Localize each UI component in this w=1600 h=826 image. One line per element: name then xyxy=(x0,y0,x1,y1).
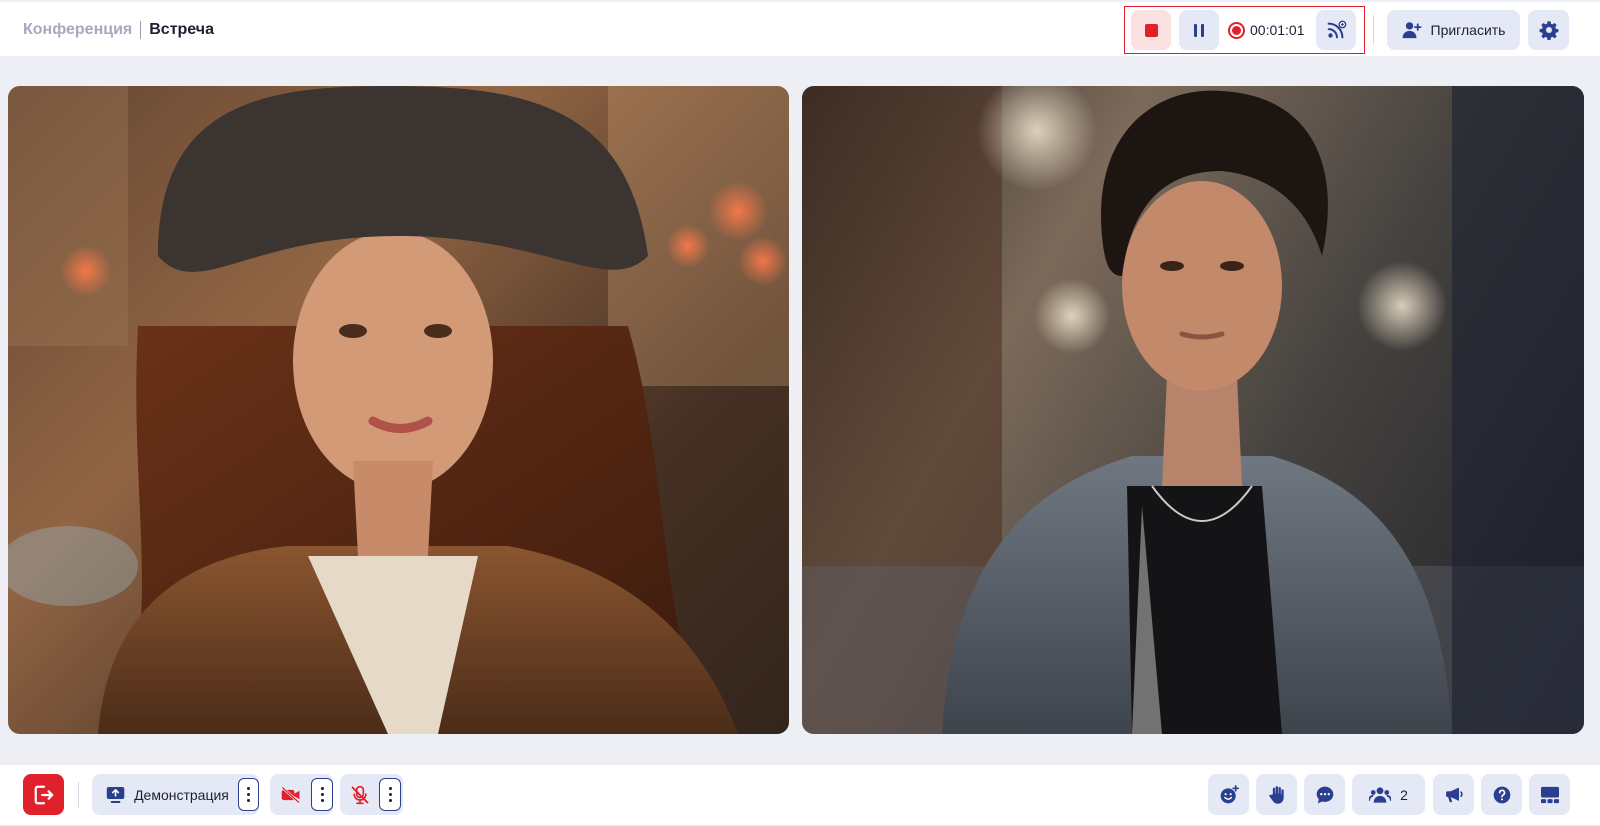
header-divider xyxy=(1373,15,1374,45)
dot-icon xyxy=(320,787,324,790)
recording-time: 00:01:01 xyxy=(1250,22,1305,38)
bottom-toolbar: Демонстрация 2 xyxy=(0,765,1600,825)
reaction-icon xyxy=(1220,784,1239,803)
chat-button[interactable] xyxy=(1304,774,1345,815)
dot-icon xyxy=(388,799,392,802)
mic-off-icon[interactable] xyxy=(350,785,370,805)
camera-off-icon[interactable] xyxy=(280,786,302,804)
help-icon xyxy=(1493,786,1510,803)
pause-icon xyxy=(1194,23,1204,37)
invite-label: Пригласить xyxy=(1430,22,1506,38)
breadcrumb-parent[interactable]: Конференция xyxy=(23,21,132,39)
dot-icon xyxy=(320,793,324,796)
dot-icon xyxy=(246,787,250,790)
gear-icon xyxy=(1539,21,1558,40)
layout-icon xyxy=(1540,786,1559,803)
broadcast-icon xyxy=(1327,20,1346,39)
stop-icon xyxy=(1144,23,1158,37)
announce-icon xyxy=(1445,787,1463,802)
participant-video xyxy=(802,86,1584,734)
dot-icon xyxy=(246,793,250,796)
leave-call-button[interactable] xyxy=(23,774,64,815)
dot-icon xyxy=(320,799,324,802)
reaction-button[interactable] xyxy=(1208,774,1249,815)
exit-icon xyxy=(34,785,53,804)
screen-share-options-button[interactable] xyxy=(237,778,259,811)
pause-recording-button[interactable] xyxy=(1179,10,1219,50)
screen-share-group: Демонстрация xyxy=(92,774,259,815)
chat-icon xyxy=(1316,786,1333,803)
screen-share-label[interactable]: Демонстрация xyxy=(134,787,229,803)
header-bar: Конференция Встреча 00:01:01 Пригласить xyxy=(0,2,1600,56)
raise-hand-icon xyxy=(1268,785,1284,804)
screen-share-icon[interactable] xyxy=(106,786,125,804)
breadcrumb-separator xyxy=(140,21,142,39)
stop-recording-button[interactable] xyxy=(1131,10,1171,50)
stream-button[interactable] xyxy=(1315,10,1356,50)
recording-timer: 00:01:01 xyxy=(1228,21,1305,39)
camera-options-button[interactable] xyxy=(311,778,333,811)
toolbar-divider xyxy=(78,782,79,808)
dot-icon xyxy=(246,799,250,802)
dot-icon xyxy=(388,793,392,796)
microphone-group xyxy=(340,774,403,815)
record-indicator-icon xyxy=(1228,21,1245,39)
invite-button[interactable]: Пригласить xyxy=(1387,10,1520,50)
participants-icon xyxy=(1369,786,1392,803)
layout-button[interactable] xyxy=(1529,774,1570,815)
microphone-options-button[interactable] xyxy=(379,778,401,811)
add-user-icon xyxy=(1402,22,1422,39)
recording-panel: 00:01:01 xyxy=(1124,6,1365,54)
announce-button[interactable] xyxy=(1433,774,1474,815)
raise-hand-button[interactable] xyxy=(1256,774,1297,815)
camera-group xyxy=(270,774,333,815)
breadcrumb-current: Встреча xyxy=(149,21,214,38)
participant-video xyxy=(8,86,789,734)
participants-count: 2 xyxy=(1400,786,1408,803)
video-tile-1[interactable] xyxy=(8,86,789,734)
dot-icon xyxy=(388,787,392,790)
video-tile-2[interactable] xyxy=(802,86,1584,734)
breadcrumb: Конференция Встреча xyxy=(23,21,214,39)
settings-button[interactable] xyxy=(1528,10,1569,50)
help-button[interactable] xyxy=(1481,774,1522,815)
participants-button[interactable]: 2 xyxy=(1352,774,1425,815)
